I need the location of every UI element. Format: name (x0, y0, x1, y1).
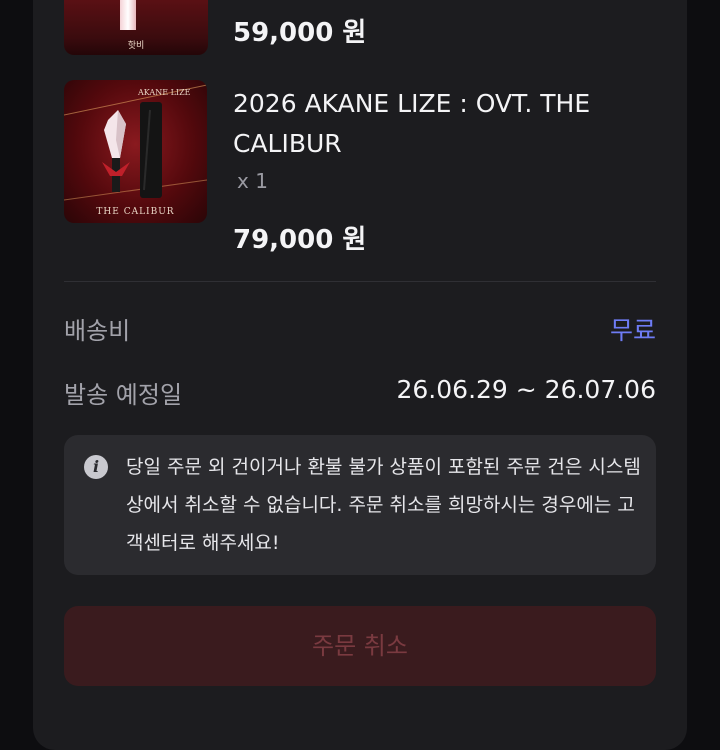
item-title-2[interactable]: 2026 AKANE LIZE : OVT. THE CALIBUR (233, 84, 653, 164)
product-thumbnail-2[interactable]: AKANE LIZE THE CALIBUR (64, 80, 207, 223)
section-divider (64, 281, 656, 282)
cancel-notice-box: i 당일 주문 외 건이거나 환불 불가 상품이 포함된 주문 건은 시스템 상… (64, 435, 656, 575)
item-price-2: 79,000 원 (233, 225, 367, 255)
cancel-notice-text: 당일 주문 외 건이거나 환불 불가 상품이 포함된 주문 건은 시스템 상에서… (126, 456, 641, 554)
ship-date-label: 발송 예정일 (64, 381, 183, 409)
lightstick-image (64, 84, 207, 201)
info-icon: i (84, 455, 108, 479)
thumbnail-caption: 핫비 (127, 41, 145, 51)
shipping-fee-value: 무료 (609, 316, 656, 345)
product-thumbnail-1[interactable]: 핫비 (64, 0, 208, 55)
item-quantity-2: x 1 (237, 169, 268, 193)
cancel-order-button[interactable]: 주문 취소 (64, 606, 656, 686)
ship-date-value: 26.06.29 ~ 26.07.06 (396, 375, 657, 404)
shipping-fee-label: 배송비 (64, 317, 131, 345)
thumbnail-caption: THE CALIBUR (96, 207, 175, 217)
lightstick-image (120, 0, 136, 30)
thumbnail-brand-text: AKANE LIZE (138, 88, 191, 97)
item-price-1: 59,000 원 (233, 18, 367, 48)
